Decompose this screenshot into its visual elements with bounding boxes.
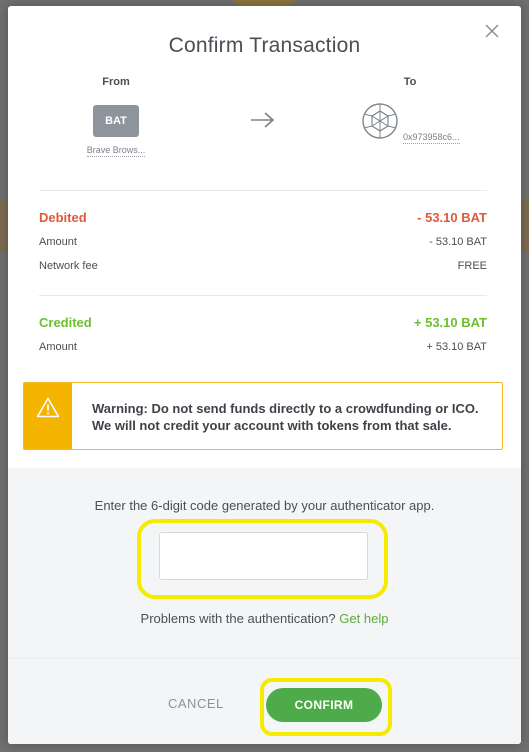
confirm-button[interactable]: CONFIRM: [266, 688, 382, 722]
credited-total: + 53.10 BAT: [413, 315, 487, 330]
warning-line-1: Warning: Do not send funds directly to a…: [92, 401, 479, 416]
confirm-transaction-modal: Confirm Transaction From BAT Brave Brows…: [8, 6, 521, 744]
from-label: From: [102, 76, 130, 88]
credited-label: Credited: [39, 315, 92, 330]
network-fee-label: Network fee: [39, 260, 98, 272]
divider: [39, 295, 487, 296]
auth-problems: Problems with the authentication? Get he…: [8, 611, 521, 626]
auth-problems-text: Problems with the authentication?: [140, 611, 336, 626]
warning-icon-box: [24, 383, 72, 449]
network-fee-row: Network fee FREE: [39, 260, 487, 272]
auth-code-input[interactable]: [159, 532, 368, 580]
to-party: To 0x973958c6...: [350, 76, 470, 145]
debited-label: Debited: [39, 210, 87, 225]
warning-line-2: We will not credit your account with tok…: [92, 418, 452, 433]
from-wallet-name[interactable]: Brave Brows...: [86, 145, 146, 157]
credited-amount-value: + 53.10 BAT: [426, 341, 487, 353]
modal-title: Confirm Transaction: [168, 34, 361, 57]
network-fee-value: FREE: [457, 260, 487, 272]
get-help-link[interactable]: Get help: [339, 611, 388, 626]
credited-row: Credited + 53.10 BAT: [39, 315, 487, 330]
debited-total: - 53.10 BAT: [417, 210, 487, 225]
to-label: To: [403, 76, 417, 88]
to-address[interactable]: 0x973958c6...: [402, 132, 460, 144]
credited-amount-label: Amount: [39, 341, 77, 353]
auth-instruction: Enter the 6-digit code generated by your…: [94, 498, 435, 513]
warning-box: Warning: Do not send funds directly to a…: [23, 382, 503, 450]
warning-icon: [36, 397, 60, 418]
debited-amount-value: - 53.10 BAT: [429, 236, 487, 248]
cancel-button[interactable]: CANCEL: [168, 696, 224, 711]
from-party: From BAT Brave Brows...: [56, 76, 176, 158]
ethereum-network-icon: [361, 103, 398, 139]
arrow-right-icon: [251, 112, 275, 128]
debited-amount-row: Amount - 53.10 BAT: [39, 236, 487, 248]
credited-amount-row: Amount + 53.10 BAT: [39, 341, 487, 353]
footer-divider: [8, 658, 521, 659]
debited-row: Debited - 53.10 BAT: [39, 210, 487, 225]
divider: [39, 190, 487, 191]
debited-amount-label: Amount: [39, 236, 77, 248]
bat-token-icon: BAT: [93, 105, 139, 137]
authentication-section: Enter the 6-digit code generated by your…: [8, 468, 521, 744]
warning-text: Warning: Do not send funds directly to a…: [72, 383, 479, 449]
